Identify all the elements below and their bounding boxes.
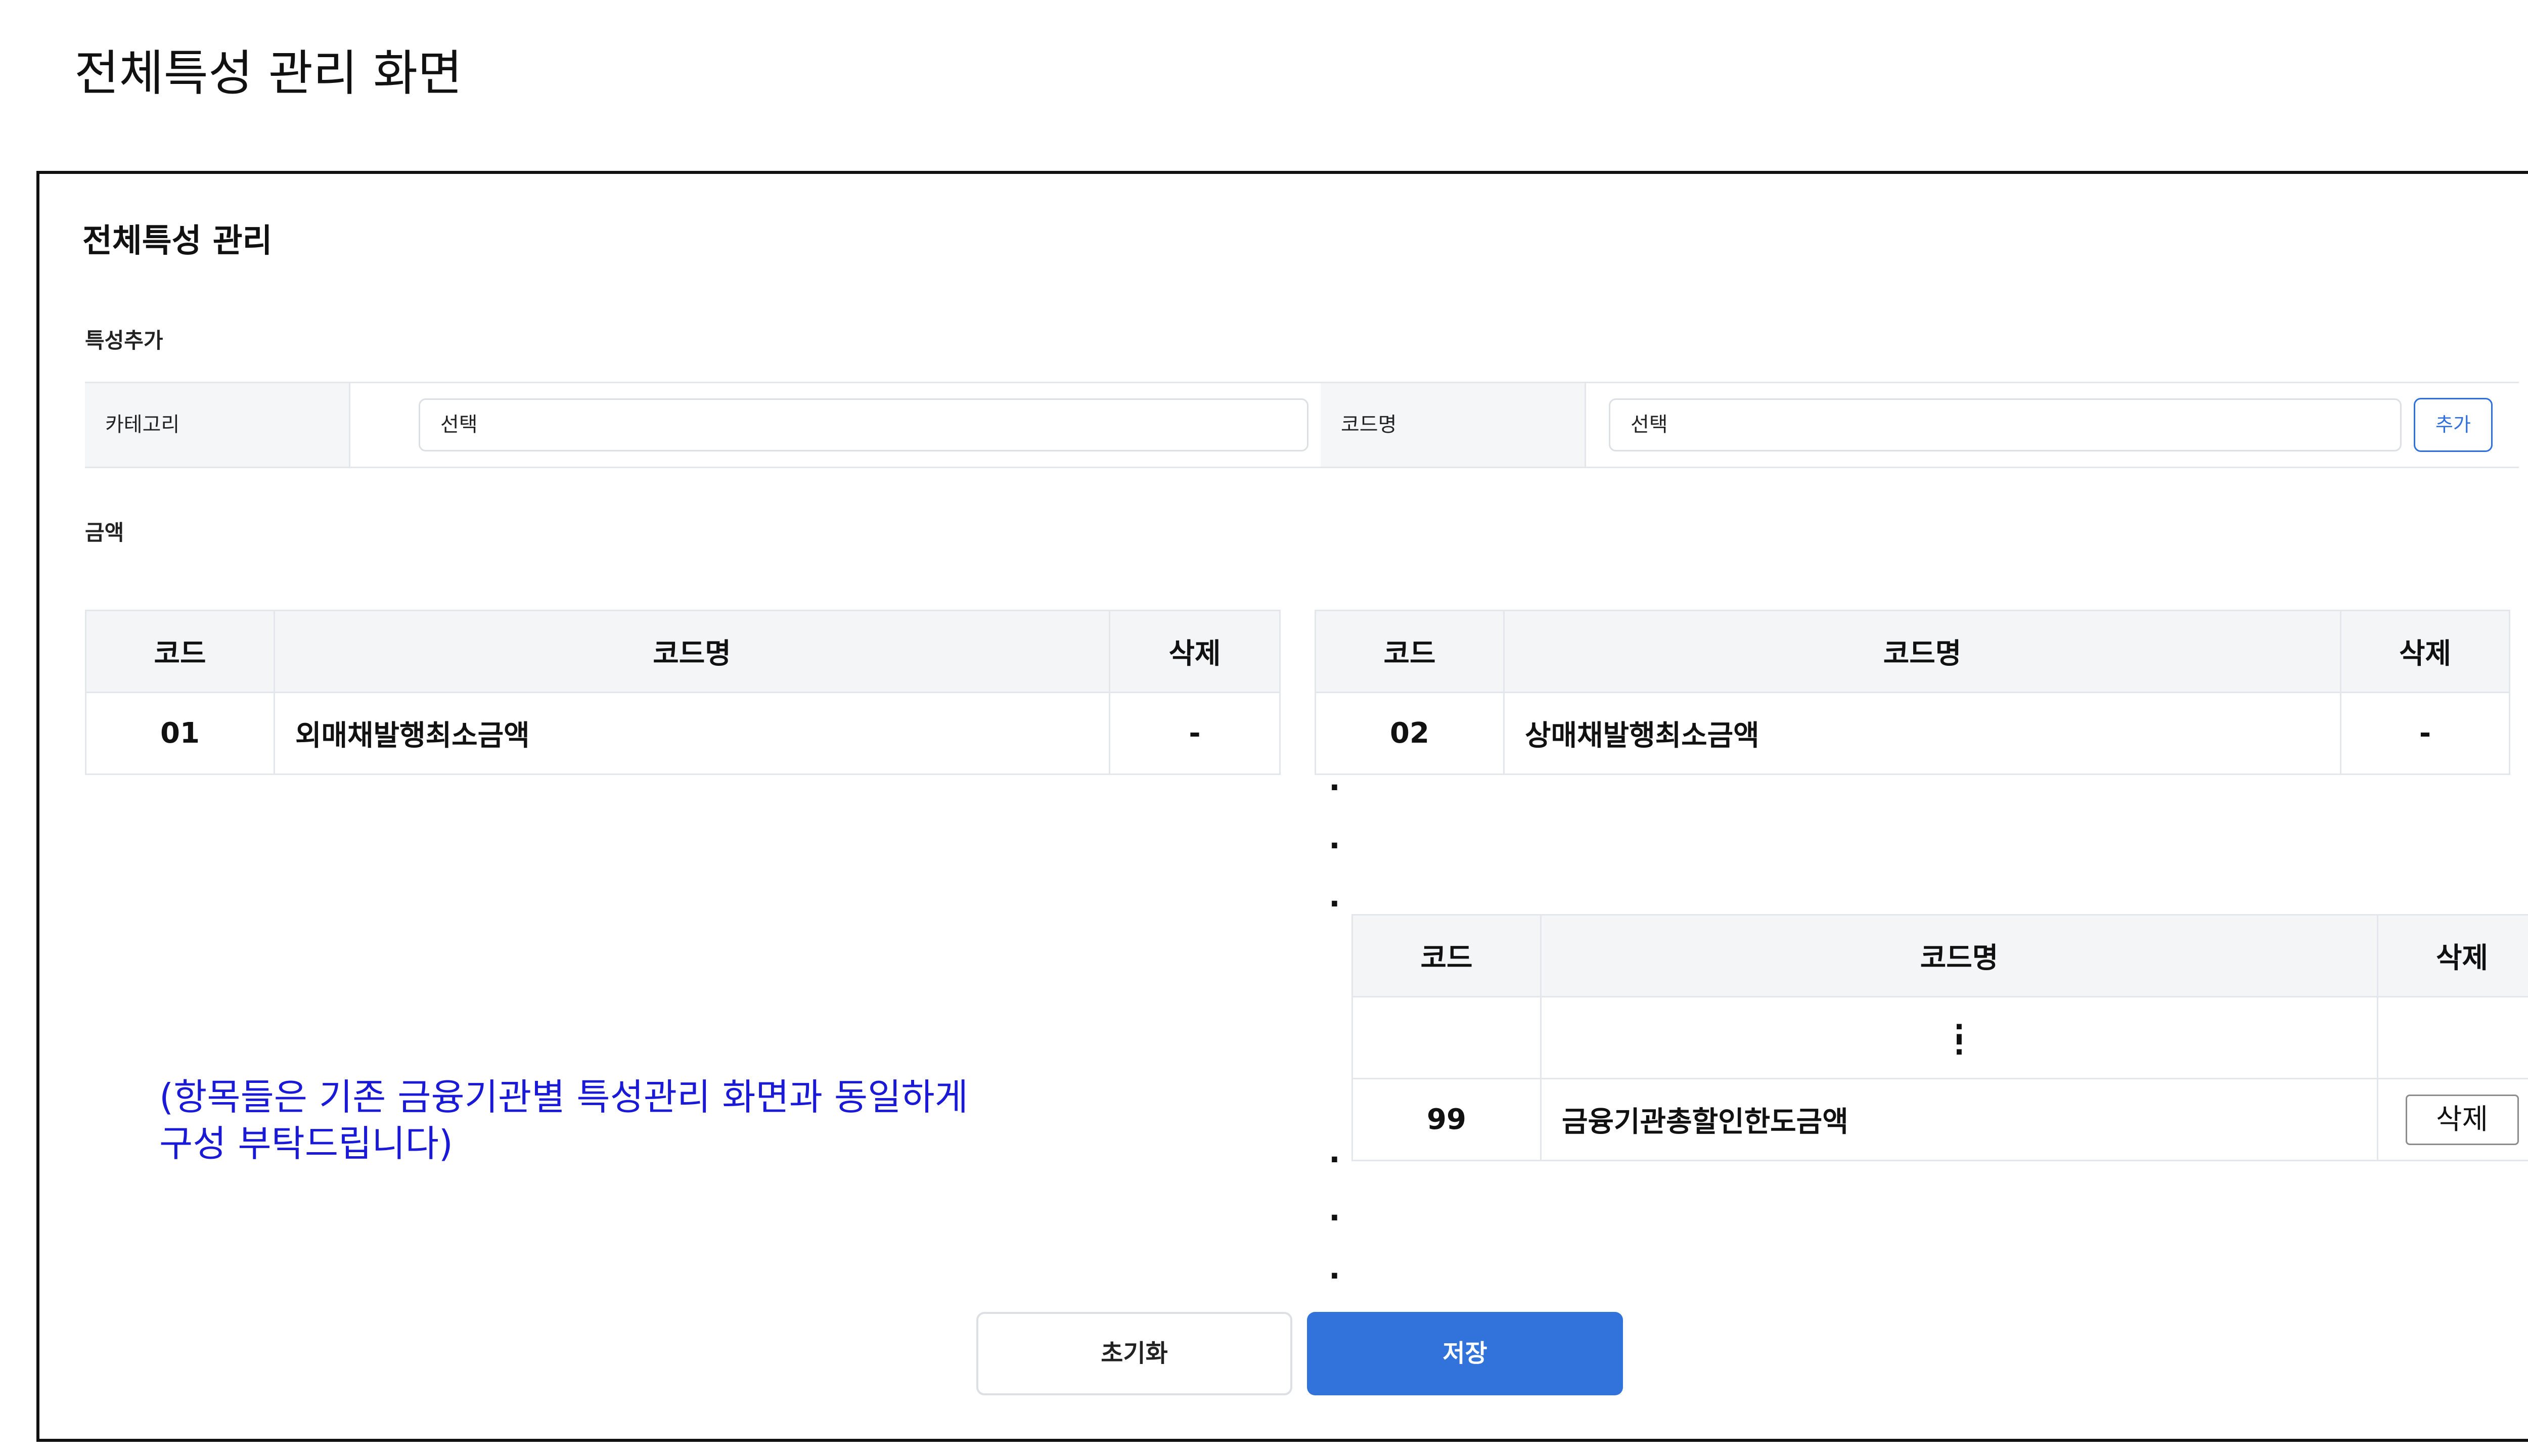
continuation-dots-upper: · · ·	[1329, 770, 1340, 922]
table-row: 02 상매채발행최소금액 -	[1315, 692, 2510, 775]
table-header-row: 코드 코드명 삭제	[1315, 610, 2510, 693]
category-select[interactable]: 선택	[419, 398, 1308, 451]
header-codename: 코드명	[1503, 610, 2341, 693]
row-delete: -	[2340, 692, 2510, 775]
table-row: 99 금융기관총할인한도금액 삭제	[1351, 1078, 2528, 1161]
ellipsis-cell: : :	[1540, 996, 2378, 1079]
reset-button[interactable]: 초기화	[976, 1312, 1292, 1395]
continuation-dots-lower: · · ·	[1329, 1142, 1340, 1294]
header-codename: 코드명	[1540, 914, 2378, 997]
amount-table-3: 코드 코드명 삭제 : : 99 금융기관총할인한도금액 삭제	[1351, 914, 2528, 1161]
table-header-row: 코드 코드명 삭제	[85, 610, 1281, 693]
add-section-label: 특성추가	[85, 328, 163, 353]
save-button[interactable]: 저장	[1307, 1312, 1623, 1395]
ellipsis-cell-delete	[2377, 996, 2528, 1079]
codename-select[interactable]: 선택	[1609, 398, 2402, 451]
row-codename: 금융기관총할인한도금액	[1540, 1078, 2378, 1161]
header-delete: 삭제	[2377, 914, 2528, 997]
category-row: 카테고리 선택	[85, 382, 1321, 468]
row-code: 01	[85, 692, 275, 775]
header-codename: 코드명	[274, 610, 1110, 693]
row-delete: -	[1109, 692, 1281, 775]
header-code: 코드	[1315, 610, 1505, 693]
table-row: 01 외매채발행최소금액 -	[85, 692, 1281, 775]
row-codename: 상매채발행최소금액	[1503, 692, 2341, 775]
delete-button[interactable]: 삭제	[2405, 1094, 2519, 1145]
amount-table-2: 코드 코드명 삭제 02 상매채발행최소금액 -	[1315, 610, 2510, 775]
row-delete-cell: 삭제	[2377, 1078, 2528, 1161]
note-line-2: 구성 부탁드립니다)	[159, 1122, 453, 1165]
table-row-ellipsis: : :	[1351, 996, 2528, 1079]
ellipsis-mark: :	[1953, 1028, 1965, 1062]
codename-row: 코드명 선택 추가	[1321, 382, 2519, 468]
amount-table-1: 코드 코드명 삭제 01 외매채발행최소금액 -	[85, 610, 1281, 775]
amount-section-label: 금액	[85, 520, 124, 545]
header-delete: 삭제	[1109, 610, 1281, 693]
table-header-row: 코드 코드명 삭제	[1351, 914, 2528, 997]
category-label: 카테고리	[85, 383, 350, 467]
codename-label: 코드명	[1321, 383, 1586, 467]
page-heading: 전체특성 관리 화면	[74, 45, 463, 102]
header-code: 코드	[1351, 914, 1542, 997]
row-code: 99	[1351, 1078, 1542, 1161]
row-code: 02	[1315, 692, 1505, 775]
ellipsis-cell-code	[1351, 996, 1542, 1079]
note-text: (항목들은 기존 금융기관별 특성관리 화면과 동일하게 구성 부탁드립니다)	[159, 1074, 1120, 1167]
panel-title: 전체특성 관리	[82, 222, 273, 260]
characteristics-panel: 전체특성 관리 특성추가 카테고리 선택 코드명 선택 추가 금액 코드 코드명…	[36, 171, 2528, 1442]
row-codename: 외매채발행최소금액	[274, 692, 1110, 775]
note-line-1: (항목들은 기존 금융기관별 특성관리 화면과 동일하게	[159, 1076, 968, 1118]
header-code: 코드	[85, 610, 275, 693]
add-button[interactable]: 추가	[2414, 398, 2493, 452]
header-delete: 삭제	[2340, 610, 2510, 693]
